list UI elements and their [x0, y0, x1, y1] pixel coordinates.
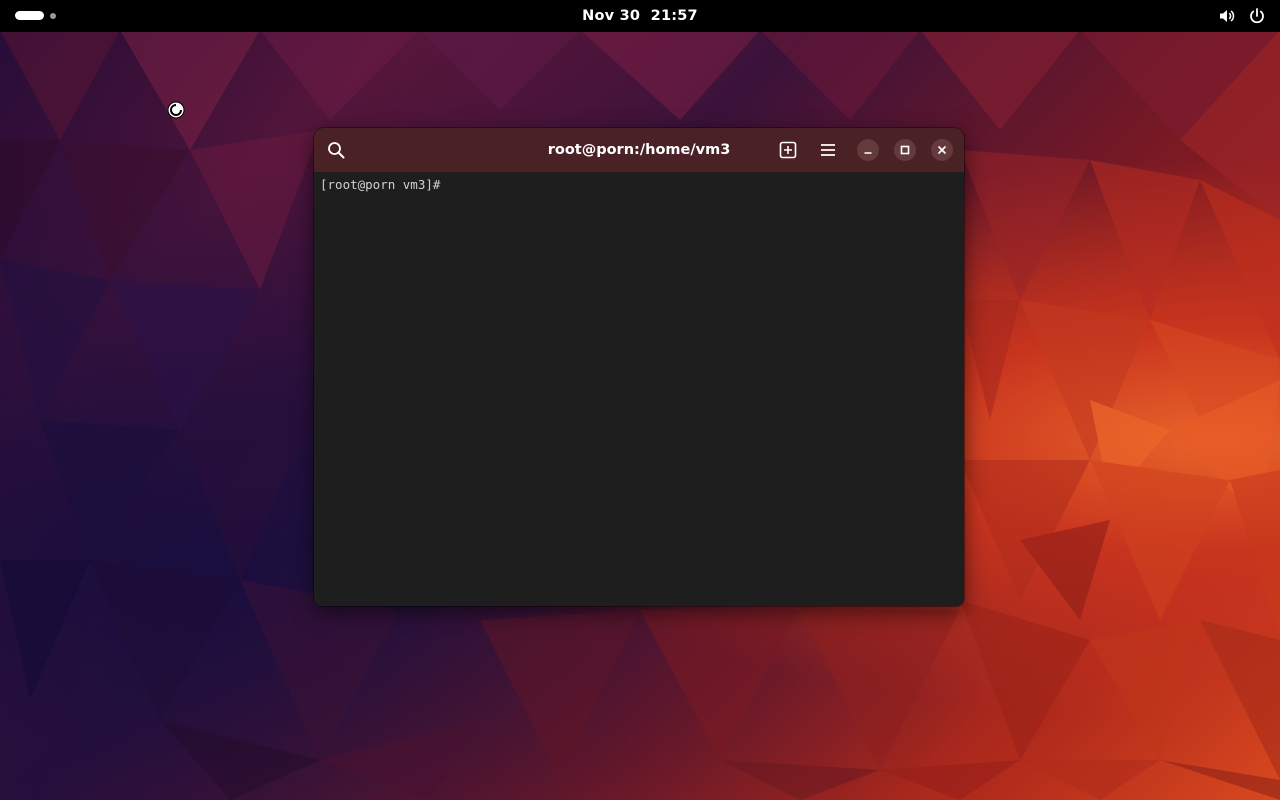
- minimize-button[interactable]: [857, 139, 879, 161]
- new-tab-icon: [779, 141, 797, 159]
- terminal-window[interactable]: root@porn:/home/vm3 [root@porn vm3]#: [314, 128, 964, 606]
- clock-date: Nov 30: [582, 8, 641, 24]
- workspace-pill-icon: [15, 11, 44, 20]
- minimize-icon: [864, 152, 872, 154]
- clock-time: 21:57: [650, 8, 698, 24]
- search-icon: [328, 142, 345, 159]
- main-menu-button[interactable]: [816, 138, 840, 162]
- busy-cursor-icon: [167, 101, 185, 119]
- maximize-icon: [900, 145, 910, 155]
- shell-prompt: [root@porn vm3]#: [320, 177, 441, 192]
- terminal-headerbar[interactable]: root@porn:/home/vm3: [314, 128, 964, 172]
- power-icon[interactable]: [1248, 7, 1266, 25]
- window-title-text: root@porn:/home/vm3: [547, 142, 731, 158]
- system-tray[interactable]: [1218, 7, 1266, 25]
- new-tab-button[interactable]: [776, 138, 800, 162]
- terminal-area[interactable]: [root@porn vm3]#: [314, 172, 964, 606]
- clock: Nov 30 21:57: [0, 0, 1280, 32]
- maximize-button[interactable]: [894, 139, 916, 161]
- close-icon: [937, 145, 947, 155]
- search-button[interactable]: [324, 138, 348, 162]
- clock-button[interactable]: Nov 30 21:57: [582, 8, 698, 24]
- hamburger-menu-icon: [821, 144, 835, 156]
- top-bar: Nov 30 21:57: [0, 0, 1280, 32]
- close-button[interactable]: [931, 139, 953, 161]
- desktop[interactable]: Nov 30 21:57 root@porn:/home/vm3 [root@p…: [0, 0, 1280, 800]
- volume-icon[interactable]: [1218, 7, 1236, 25]
- activities-button[interactable]: [15, 11, 56, 20]
- workspace-dot-icon: [50, 12, 56, 19]
